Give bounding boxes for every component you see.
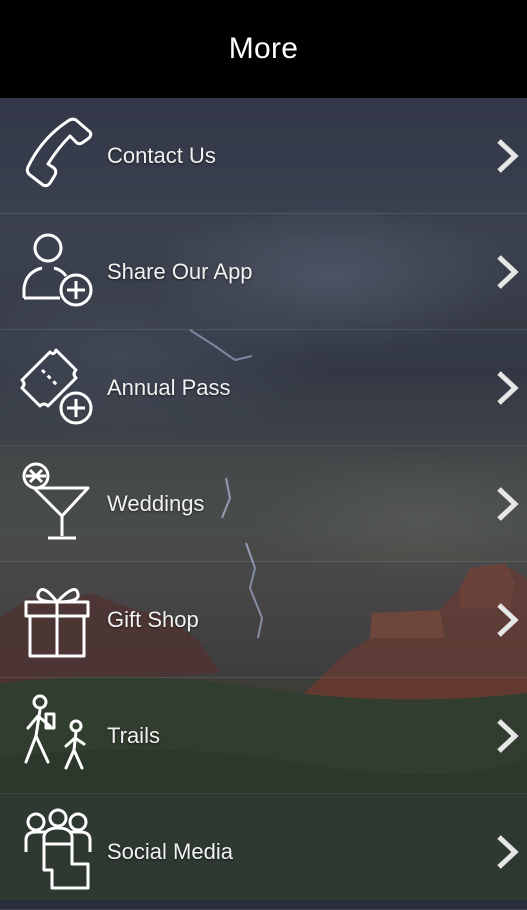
menu-item-label: Weddings (107, 490, 205, 516)
phone-icon (18, 112, 98, 198)
menu-item-label: Share Our App (107, 258, 253, 284)
gift-icon (18, 576, 98, 662)
header-bar: More (0, 0, 527, 98)
menu-list: Contact Us Share Our App Annual Pass Wed… (0, 98, 527, 910)
menu-item-gift-shop[interactable]: Gift Shop (0, 562, 527, 678)
menu-item-label: Contact Us (107, 142, 216, 168)
menu-item-label: Gift Shop (107, 606, 199, 632)
chevron-right-icon (497, 486, 519, 521)
chevron-right-icon (497, 370, 519, 405)
menu-item-share-our-app[interactable]: Share Our App (0, 214, 527, 330)
menu-item-trails[interactable]: Trails (0, 678, 527, 794)
menu-item-label: Social Media (107, 838, 233, 864)
cocktail-icon (18, 460, 98, 546)
add-user-icon (18, 228, 98, 314)
chevron-right-icon (497, 718, 519, 753)
hikers-icon (18, 692, 98, 778)
chevron-right-icon (497, 602, 519, 637)
chevron-right-icon (497, 834, 519, 869)
menu-item-social-media[interactable]: Social Media (0, 794, 527, 910)
chevron-right-icon (497, 254, 519, 289)
menu-item-label: Annual Pass (107, 374, 231, 400)
chevron-right-icon (497, 138, 519, 173)
menu-item-annual-pass[interactable]: Annual Pass (0, 330, 527, 446)
ticket-add-icon (18, 344, 98, 430)
menu-item-label: Trails (107, 722, 160, 748)
menu-item-contact-us[interactable]: Contact Us (0, 98, 527, 214)
group-icon (18, 808, 98, 894)
page-title: More (228, 32, 299, 65)
menu-item-weddings[interactable]: Weddings (0, 446, 527, 562)
